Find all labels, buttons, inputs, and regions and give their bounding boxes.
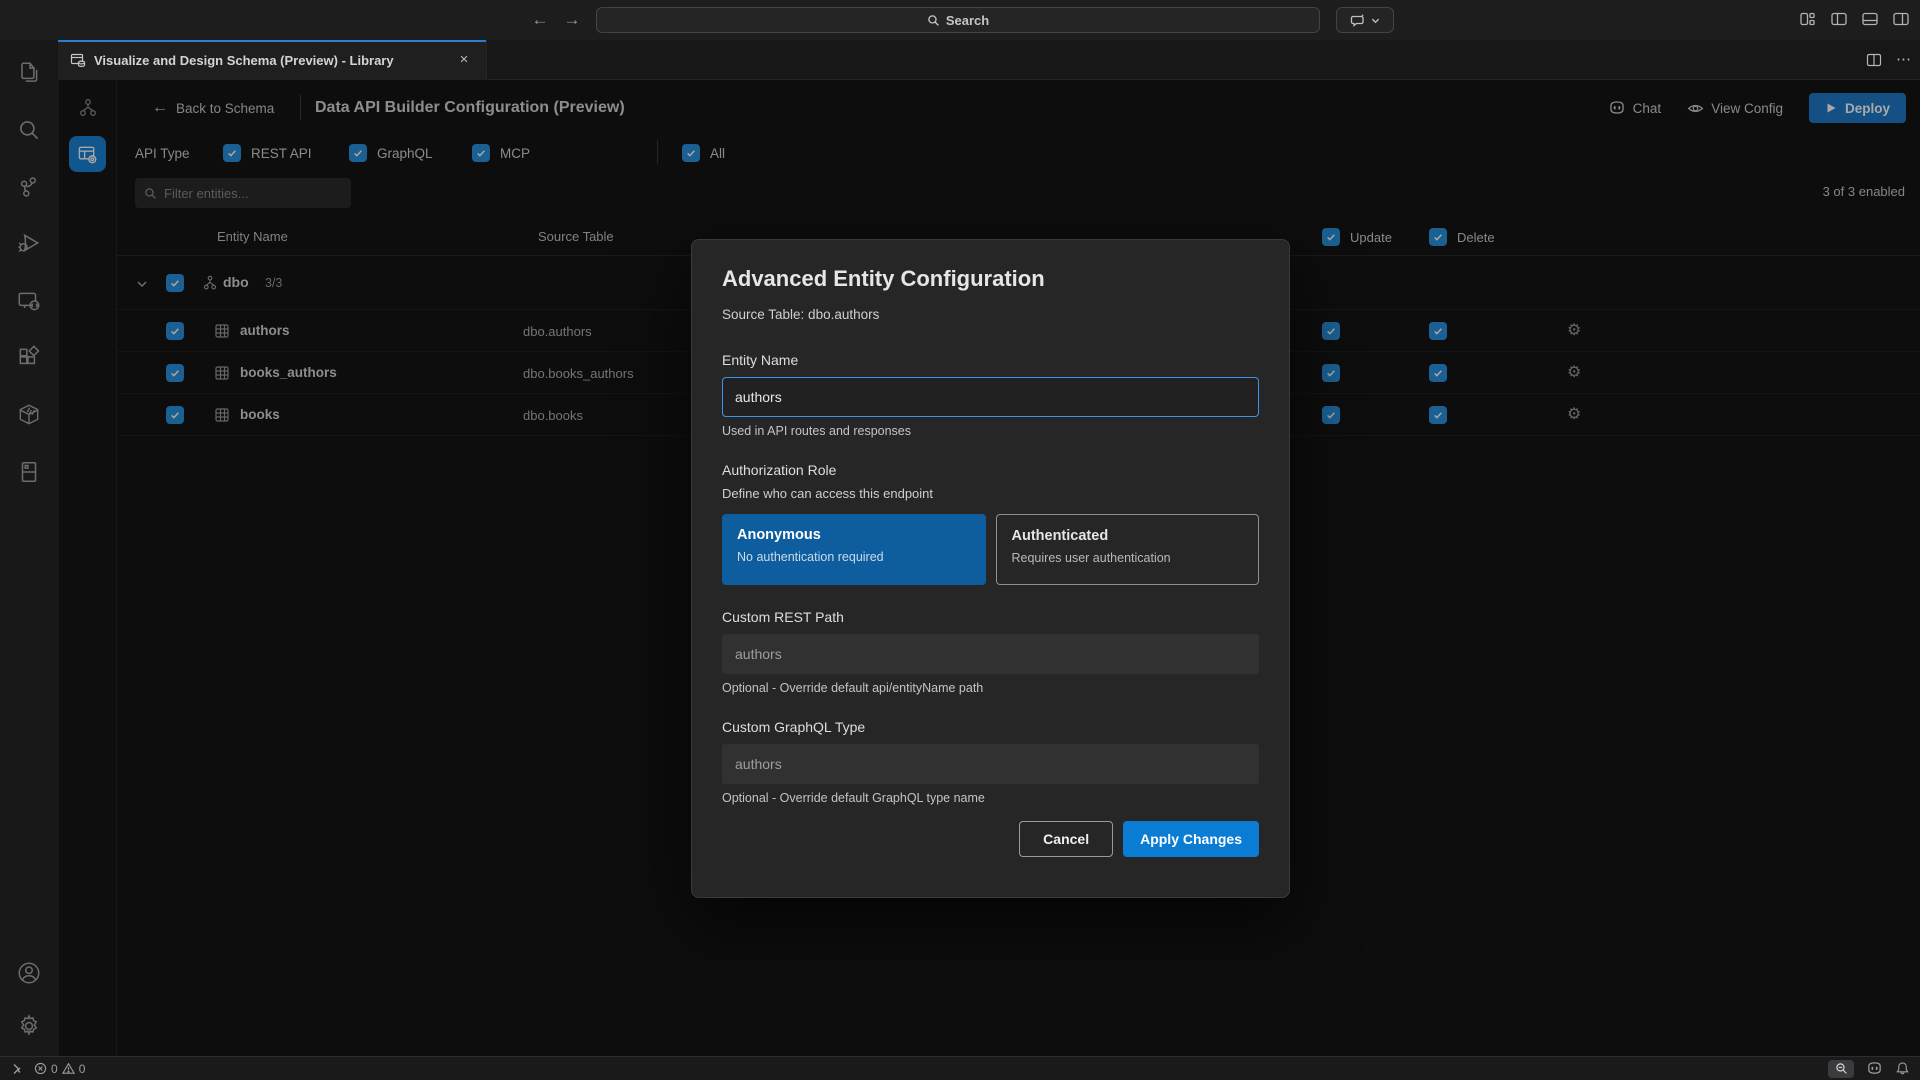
source-control-icon[interactable] [5, 158, 53, 215]
custom-graphql-type-label: Custom GraphQL Type [722, 719, 1259, 735]
vscode-window: ← → Search Visualize and Design Schema (… [0, 0, 1920, 1080]
error-icon [34, 1062, 47, 1075]
role-subtitle: Requires user authentication [1012, 551, 1244, 565]
entity-name-input[interactable] [722, 377, 1259, 417]
authorization-role-label: Authorization Role [722, 462, 1259, 478]
entity-name-helper: Used in API routes and responses [722, 424, 1259, 438]
extensions-icon[interactable] [5, 329, 53, 386]
schema-designer-tab-icon [70, 52, 86, 68]
search-icon [927, 14, 940, 27]
cancel-button[interactable]: Cancel [1019, 821, 1113, 857]
activity-bar [0, 40, 58, 1056]
status-bar: 0 0 [0, 1056, 1920, 1080]
role-title: Authenticated [1012, 528, 1244, 544]
role-title: Anonymous [737, 527, 971, 543]
split-editor-icon[interactable] [1866, 52, 1882, 68]
chevron-down-icon [1371, 16, 1380, 25]
copilot-chat-button[interactable] [1336, 7, 1394, 33]
editor-more-actions-icon[interactable]: ⋯ [1896, 53, 1912, 67]
container-tools-icon[interactable] [5, 386, 53, 443]
copilot-chat-icon [1350, 12, 1366, 28]
apply-changes-button[interactable]: Apply Changes [1123, 821, 1259, 857]
warning-count: 0 [79, 1062, 86, 1076]
settings-gear-icon[interactable] [16, 1013, 42, 1044]
search-view-icon[interactable] [5, 101, 53, 158]
toggle-panel-icon[interactable] [1861, 10, 1879, 28]
search-label: Search [946, 13, 989, 28]
explorer-icon[interactable] [5, 44, 53, 101]
nav-back-icon[interactable]: ← [528, 8, 552, 32]
customize-layout-icon[interactable] [1799, 10, 1817, 28]
command-center-search[interactable]: Search [596, 7, 1320, 33]
role-card-anonymous[interactable]: Anonymous No authentication required [722, 514, 986, 585]
zoom-status-icon[interactable] [1828, 1060, 1854, 1078]
authorization-role-options: Anonymous No authentication required Aut… [722, 514, 1259, 585]
dialog-source-table: Source Table: dbo.authors [722, 307, 1259, 322]
warning-icon [62, 1062, 75, 1075]
custom-graphql-type-input[interactable] [722, 744, 1259, 784]
nav-forward-icon[interactable]: → [560, 8, 584, 32]
dialog-title: Advanced Entity Configuration [722, 266, 1259, 292]
accounts-icon[interactable] [16, 960, 42, 991]
custom-rest-path-helper: Optional - Override default api/entityNa… [722, 681, 1259, 695]
authorization-role-helper: Define who can access this endpoint [722, 486, 1259, 501]
notifications-bell-icon[interactable] [1895, 1061, 1910, 1076]
role-subtitle: No authentication required [737, 550, 971, 564]
copilot-status-icon[interactable] [1866, 1060, 1883, 1077]
custom-rest-path-input[interactable] [722, 634, 1259, 674]
entity-name-label: Entity Name [722, 352, 1259, 368]
custom-rest-path-label: Custom REST Path [722, 609, 1259, 625]
advanced-entity-configuration-dialog: Advanced Entity Configuration Source Tab… [691, 239, 1290, 898]
custom-graphql-type-helper: Optional - Override default GraphQL type… [722, 791, 1259, 805]
role-card-authenticated[interactable]: Authenticated Requires user authenticati… [996, 514, 1260, 585]
tab-bar: Visualize and Design Schema (Preview) - … [58, 40, 1920, 80]
run-debug-icon[interactable] [5, 215, 53, 272]
database-projects-icon[interactable] [5, 443, 53, 500]
title-bar: ← → Search [0, 0, 1920, 40]
toggle-secondary-sidebar-icon[interactable] [1892, 10, 1910, 28]
problems-indicator[interactable]: 0 0 [34, 1062, 85, 1076]
tab-title: Visualize and Design Schema (Preview) - … [94, 53, 394, 68]
toggle-primary-sidebar-icon[interactable] [1830, 10, 1848, 28]
tab-visualize-design-schema[interactable]: Visualize and Design Schema (Preview) - … [58, 40, 487, 80]
remote-indicator-icon[interactable] [10, 1062, 24, 1076]
tab-close-icon[interactable]: × [454, 50, 474, 70]
remote-explorer-icon[interactable] [5, 272, 53, 329]
error-count: 0 [51, 1062, 58, 1076]
